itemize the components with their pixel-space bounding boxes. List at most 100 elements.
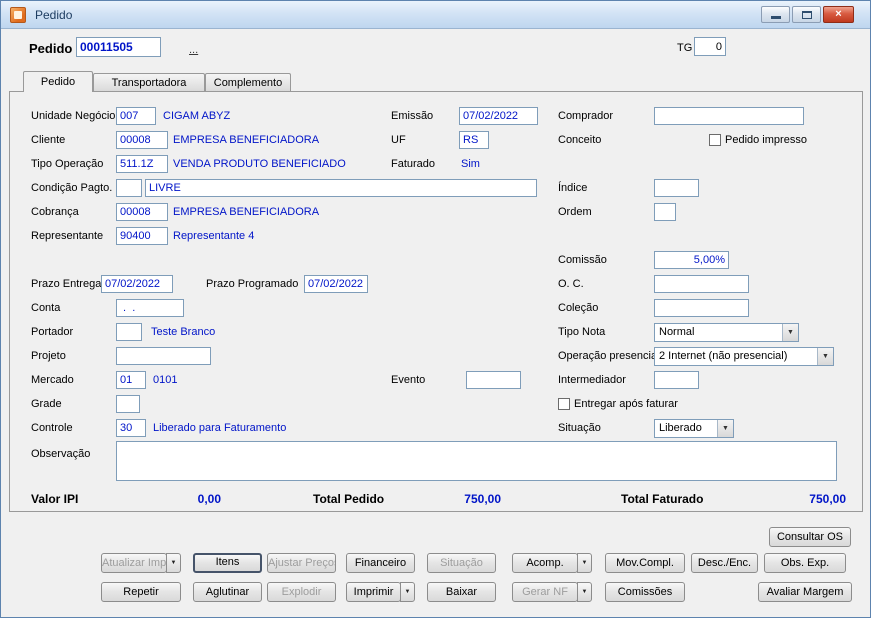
evento-label: Evento: [391, 374, 426, 386]
uf-label: UF: [391, 134, 406, 146]
atualizar-imp-button: Atualizar Imp: [101, 553, 167, 573]
cliente-input[interactable]: [116, 131, 168, 149]
total-pedido-label: Total Pedido: [313, 492, 385, 506]
representante-desc: Representante 4: [173, 230, 255, 242]
tipo-operacao-desc: VENDA PRODUTO BENEFICIADO: [173, 158, 346, 170]
repetir-button[interactable]: Repetir: [101, 582, 181, 602]
situacao-select[interactable]: Liberado ▼: [654, 419, 734, 438]
tab-transportadora[interactable]: Transportadora: [93, 73, 205, 91]
tipo-operacao-label: Tipo Operação: [31, 158, 104, 170]
chevron-down-icon: ▼: [782, 324, 798, 341]
avaliar-margem-button[interactable]: Avaliar Margem: [758, 582, 852, 602]
mov-compl-button[interactable]: Mov.Compl.: [605, 553, 685, 573]
window-title: Pedido: [35, 8, 73, 22]
projeto-label: Projeto: [31, 350, 66, 362]
pedido-number-input[interactable]: [76, 37, 161, 57]
emissao-input[interactable]: [459, 107, 538, 125]
tab-complemento[interactable]: Complemento: [205, 73, 291, 91]
tab-pedido[interactable]: Pedido: [23, 71, 93, 92]
comprador-input[interactable]: [654, 107, 804, 125]
condicao-pagto-desc-input[interactable]: [145, 179, 537, 197]
total-faturado-label: Total Faturado: [621, 492, 704, 506]
indice-label: Índice: [558, 182, 588, 194]
observacao-label: Observação: [31, 448, 91, 460]
projeto-input[interactable]: [116, 347, 211, 365]
imprimir-dropdown-icon[interactable]: ▼: [400, 582, 415, 602]
obs-exp-button[interactable]: Obs. Exp.: [764, 553, 846, 573]
gerar-nf-dropdown-icon[interactable]: ▼: [577, 582, 592, 602]
maximize-icon: [802, 11, 812, 19]
mercado-label: Mercado: [31, 374, 74, 386]
grade-input[interactable]: [116, 395, 140, 413]
operacao-presencial-label: Operação presencial: [558, 350, 660, 362]
observacao-textarea[interactable]: [116, 441, 837, 481]
controle-desc: Liberado para Faturamento: [153, 422, 287, 434]
cobranca-desc: EMPRESA BENEFICIADORA: [173, 206, 320, 218]
cliente-label: Cliente: [31, 134, 66, 146]
tipo-operacao-input[interactable]: [116, 155, 168, 173]
chevron-down-icon: ▼: [717, 420, 733, 437]
app-icon: [10, 7, 26, 23]
unidade-negocio-input[interactable]: [116, 107, 156, 125]
situacao-value: Liberado: [659, 422, 702, 434]
condicao-pagto-code-input[interactable]: [116, 179, 142, 197]
consultar-os-button[interactable]: Consultar OS: [769, 527, 851, 547]
oc-input[interactable]: [654, 275, 749, 293]
cliente-desc: EMPRESA BENEFICIADORA: [173, 134, 320, 146]
ordem-input[interactable]: [654, 203, 676, 221]
prazo-programado-label: Prazo Programado: [206, 278, 299, 290]
controle-input[interactable]: [116, 419, 146, 437]
entregar-apos-faturar-checkbox[interactable]: [558, 398, 570, 410]
valor-ipi-value: 0,00: [197, 492, 221, 506]
financeiro-button[interactable]: Financeiro: [346, 553, 415, 573]
faturado-value: Sim: [461, 158, 480, 170]
operacao-presencial-select[interactable]: 2 Internet (não presencial) ▼: [654, 347, 834, 366]
atualizar-imp-dropdown-icon[interactable]: ▼: [166, 553, 181, 573]
indice-input[interactable]: [654, 179, 699, 197]
pedido-impresso-checkbox[interactable]: [709, 134, 721, 146]
minimize-button[interactable]: [761, 6, 790, 23]
pedido-lookup-button[interactable]: ...: [189, 44, 198, 56]
pedido-impresso-label: Pedido impresso: [725, 134, 807, 146]
evento-input[interactable]: [466, 371, 521, 389]
prazo-entrega-input[interactable]: [101, 275, 173, 293]
cobranca-input[interactable]: [116, 203, 168, 221]
gerar-nf-button: Gerar NF: [512, 582, 578, 602]
acomp-dropdown-icon[interactable]: ▼: [577, 553, 592, 573]
intermediador-input[interactable]: [654, 371, 699, 389]
conta-input[interactable]: [116, 299, 184, 317]
tipo-nota-select[interactable]: Normal ▼: [654, 323, 799, 342]
comissoes-button[interactable]: Comissões: [605, 582, 685, 602]
desc-enc-button[interactable]: Desc./Enc.: [691, 553, 758, 573]
tipo-nota-label: Tipo Nota: [558, 326, 606, 338]
close-button[interactable]: ×: [823, 6, 854, 23]
colecao-label: Coleção: [558, 302, 599, 314]
situacao-button: Situação: [427, 553, 496, 573]
grade-label: Grade: [31, 398, 62, 410]
mercado-input[interactable]: [116, 371, 146, 389]
tg-input[interactable]: [694, 37, 726, 56]
portador-input[interactable]: [116, 323, 142, 341]
colecao-input[interactable]: [654, 299, 749, 317]
itens-button[interactable]: Itens: [193, 553, 262, 573]
ajustar-precos-button: Ajustar Preços: [267, 553, 336, 573]
prazo-programado-input[interactable]: [304, 275, 368, 293]
conceito-label: Conceito: [558, 134, 602, 146]
portador-label: Portador: [31, 326, 74, 338]
minimize-icon: [771, 16, 781, 19]
entregar-apos-faturar-label: Entregar após faturar: [574, 398, 678, 410]
condicao-pagto-label: Condição Pagto.: [31, 182, 113, 194]
representante-input[interactable]: [116, 227, 168, 245]
mercado-desc: 0101: [153, 374, 178, 386]
baixar-button[interactable]: Baixar: [427, 582, 496, 602]
oc-label: O. C.: [558, 278, 584, 290]
comissao-input[interactable]: [654, 251, 729, 269]
aglutinar-button[interactable]: Aglutinar: [193, 582, 262, 602]
tg-label: TG: [677, 42, 693, 54]
faturado-label: Faturado: [391, 158, 436, 170]
uf-input[interactable]: [459, 131, 489, 149]
acomp-button[interactable]: Acomp.: [512, 553, 578, 573]
maximize-button[interactable]: [792, 6, 821, 23]
imprimir-button[interactable]: Imprimir: [346, 582, 401, 602]
comprador-label: Comprador: [558, 110, 614, 122]
